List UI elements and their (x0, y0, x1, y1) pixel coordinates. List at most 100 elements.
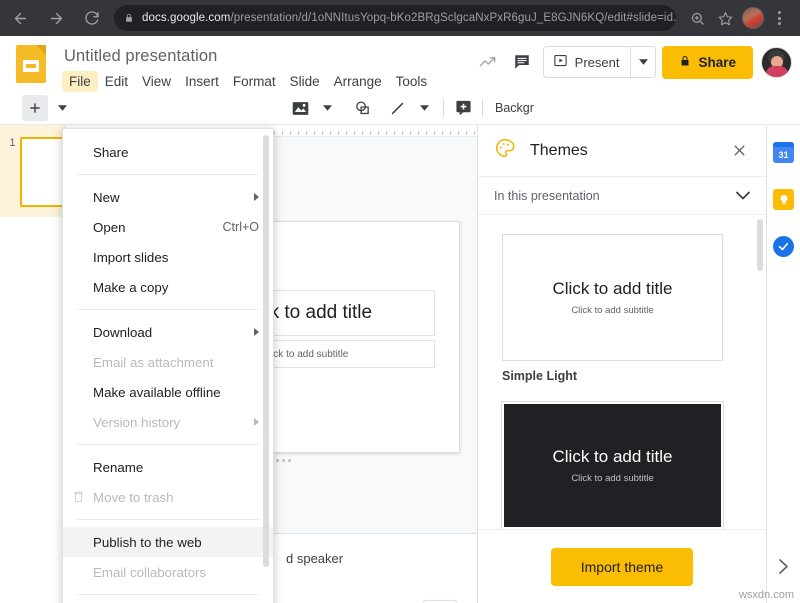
google-slides-logo[interactable] (16, 45, 46, 83)
slide-thumbnail[interactable] (20, 137, 65, 207)
theme-name-label: Simple Light (502, 369, 742, 383)
menu-item-new[interactable]: New (63, 182, 273, 212)
menu-separator (77, 519, 259, 520)
star-icon[interactable] (712, 5, 738, 31)
themes-scrollbar[interactable] (757, 219, 763, 271)
menu-item-label: New (93, 190, 120, 205)
address-bar[interactable]: docs.google.com/presentation/d/1oNNItusY… (114, 5, 676, 31)
google-keep-icon[interactable] (773, 189, 794, 210)
header-actions: Present Share (471, 45, 792, 79)
app-header: Untitled presentation File Edit View Ins… (0, 36, 800, 92)
menu-item-label: Download (93, 325, 152, 340)
menu-scrollbar[interactable] (263, 135, 269, 567)
line-icon[interactable] (384, 95, 410, 121)
shape-icon[interactable] (349, 95, 375, 121)
notes-resize-handle[interactable] (276, 459, 291, 462)
import-theme-button[interactable]: Import theme (551, 548, 693, 586)
present-play-icon (553, 53, 568, 71)
theme-title-text: Click to add title (553, 447, 673, 467)
google-tasks-icon[interactable] (773, 236, 794, 257)
google-calendar-icon[interactable]: 31 (773, 142, 794, 163)
forward-arrow-icon[interactable] (40, 2, 72, 34)
themes-list[interactable]: Click to add title Click to add subtitle… (478, 215, 766, 529)
close-icon[interactable] (726, 138, 752, 164)
menu-item-label: Open (93, 220, 126, 235)
kebab-menu-icon[interactable] (768, 9, 790, 26)
menu-format[interactable]: Format (226, 71, 283, 92)
menu-separator (77, 594, 259, 595)
lock-icon (679, 54, 691, 71)
menu-item-email-collaborators: Email collaborators (63, 557, 273, 587)
reload-icon[interactable] (76, 2, 108, 34)
text-box-icon[interactable] (450, 95, 476, 121)
new-slide-group (22, 95, 75, 121)
themes-section-label: In this presentation (494, 189, 600, 203)
present-button[interactable]: Present (543, 46, 657, 78)
theme-subtitle-text: Click to add subtitle (571, 473, 653, 484)
present-dropdown-caret[interactable] (631, 47, 655, 77)
present-label: Present (575, 55, 620, 70)
chevron-right-icon (254, 193, 259, 201)
menu-item-open[interactable]: Open Ctrl+O (63, 212, 273, 242)
theme-card-simple-dark[interactable]: Click to add title Click to add subtitle… (502, 402, 742, 529)
menu-item-publish-to-the-web[interactable]: Publish to the web (63, 527, 273, 557)
menu-insert[interactable]: Insert (178, 71, 226, 92)
plus-icon[interactable] (22, 95, 48, 121)
menu-item-download[interactable]: Download (63, 317, 273, 347)
theme-thumbnail[interactable]: Click to add title Click to add subtitle (502, 234, 723, 361)
theme-subtitle-text: Click to add subtitle (571, 305, 653, 316)
menu-item-shortcut: Ctrl+O (223, 220, 259, 234)
menu-bar: File Edit View Insert Format Slide Arran… (62, 70, 434, 92)
themes-panel-title: Themes (530, 142, 726, 160)
zoom-icon[interactable] (684, 5, 710, 31)
back-arrow-icon[interactable] (4, 2, 36, 34)
speaker-notes-placeholder: d speaker (286, 551, 343, 566)
calendar-day-number: 31 (778, 147, 788, 163)
menu-item-make-available-offline[interactable]: Make available offline (63, 377, 273, 407)
menu-item-share[interactable]: Share (63, 137, 273, 167)
themes-panel: Themes In this presentation Click to add… (477, 125, 766, 603)
chevron-down-icon[interactable] (736, 189, 750, 203)
url-host: docs.google.com (142, 12, 230, 24)
image-icon[interactable] (287, 95, 313, 121)
chevron-down-icon[interactable] (314, 95, 340, 121)
menu-view[interactable]: View (135, 71, 178, 92)
chevron-right-icon (254, 328, 259, 336)
avatar[interactable] (761, 47, 792, 78)
menu-separator (77, 309, 259, 310)
chevron-right-icon[interactable] (777, 558, 790, 575)
present-button-main[interactable]: Present (544, 47, 632, 77)
menu-edit[interactable]: Edit (98, 71, 135, 92)
page-title[interactable]: Untitled presentation (64, 47, 217, 66)
menu-arrange[interactable]: Arrange (327, 71, 389, 92)
theme-card-simple-light[interactable]: Click to add title Click to add subtitle… (502, 234, 742, 383)
url-path: /presentation/d/1oNNItusYopq-bKo2BRgSclg… (230, 12, 676, 24)
palette-icon (494, 137, 516, 164)
menu-separator (77, 444, 259, 445)
menu-item-import-slides[interactable]: Import slides (63, 242, 273, 272)
slides-app: Untitled presentation File Edit View Ins… (0, 36, 800, 603)
chevron-right-icon (254, 418, 259, 426)
url-text: docs.google.com/presentation/d/1oNNItusY… (142, 12, 676, 24)
activity-trend-icon[interactable] (471, 45, 505, 79)
share-button[interactable]: Share (662, 46, 753, 79)
menu-separator (77, 174, 259, 175)
comment-icon[interactable] (505, 45, 539, 79)
chevron-down-icon[interactable] (49, 95, 75, 121)
file-menu-dropdown[interactable]: Share New Open Ctrl+O Import slides Make… (62, 128, 274, 603)
themes-section-header[interactable]: In this presentation (478, 177, 766, 215)
theme-title-text: Click to add title (553, 279, 673, 299)
background-button[interactable]: Backgr (489, 101, 540, 115)
list-item[interactable]: 1 (0, 125, 65, 217)
browser-profile-avatar[interactable] (742, 7, 764, 29)
menu-item-email-as-attachment: Email as attachment (63, 347, 273, 377)
theme-thumbnail[interactable]: Click to add title Click to add subtitle (502, 402, 723, 529)
menu-item-make-a-copy[interactable]: Make a copy (63, 272, 273, 302)
menu-file[interactable]: File (62, 71, 98, 92)
menu-item-rename[interactable]: Rename (63, 452, 273, 482)
menu-item-move-to-trash: Move to trash (63, 482, 273, 512)
menu-slide[interactable]: Slide (283, 71, 327, 92)
menu-tools[interactable]: Tools (389, 71, 435, 92)
toolbar-divider (482, 99, 483, 117)
chevron-down-icon[interactable] (411, 95, 437, 121)
